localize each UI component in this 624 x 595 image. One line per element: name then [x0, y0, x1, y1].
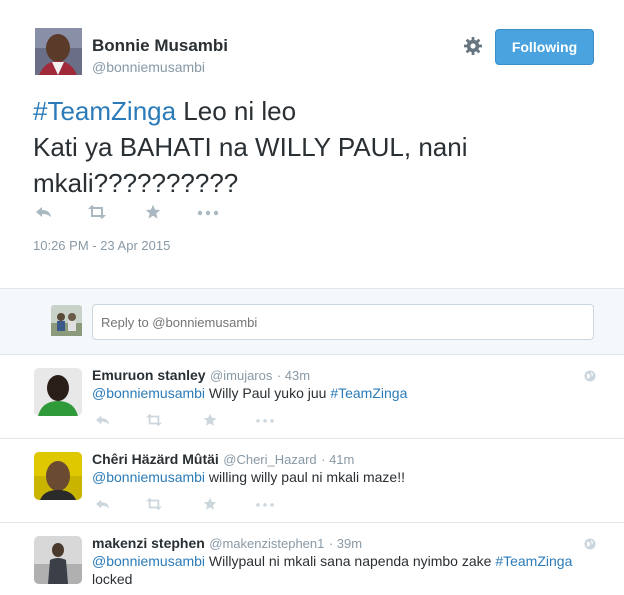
reply-author-name[interactable]: makenzi stephen [92, 535, 205, 551]
tweet-line1: Leo ni leo [176, 96, 297, 126]
reply-icon[interactable] [35, 204, 53, 225]
reply-text: @bonniemusambi willing willy paul ni mka… [92, 469, 405, 485]
retweet-icon[interactable] [145, 413, 163, 432]
reply-author-handle[interactable]: @imujaros [210, 368, 272, 383]
reply-author-handle[interactable]: @makenzistephen1 [209, 536, 324, 551]
reply-author-name[interactable]: Chêri Häzärd Mûtäi [92, 451, 219, 467]
reply-author-handle[interactable]: @Cheri_Hazard [223, 452, 316, 467]
reply-actions [95, 413, 295, 431]
current-user-avatar [51, 305, 82, 336]
following-button[interactable]: Following [495, 29, 594, 65]
reply-avatar[interactable] [34, 368, 82, 416]
author-handle[interactable]: @bonniemusambi [92, 59, 205, 75]
reply-mention[interactable]: @bonniemusambi [92, 385, 205, 401]
tweet-text: #TeamZinga Leo ni leo Kati ya BAHATI na … [33, 93, 603, 201]
reply-text: @bonniemusambi Willypaul ni mkali sana n… [92, 553, 573, 587]
reply-text: @bonniemusambi Willy Paul yuko juu #Team… [92, 385, 408, 401]
author-avatar[interactable] [35, 28, 82, 75]
reply-avatar[interactable] [34, 452, 82, 500]
reply-time[interactable]: · 43m [277, 368, 310, 383]
reply-input[interactable] [92, 304, 594, 340]
reply-icon[interactable] [95, 413, 111, 432]
reply-item[interactable]: Emuruon stanley @imujaros · 43m @bonniem… [0, 355, 624, 439]
reply-actions [95, 497, 295, 515]
reply-hashtag[interactable]: #TeamZinga [495, 553, 572, 569]
reply-avatar[interactable] [34, 536, 82, 584]
retweet-icon[interactable] [145, 497, 163, 516]
reply-item[interactable]: Chêri Häzärd Mûtäi @Cheri_Hazard · 41m @… [0, 439, 624, 523]
reply-icon[interactable] [95, 497, 111, 516]
reply-author-name[interactable]: Emuruon stanley [92, 367, 206, 383]
author-name[interactable]: Bonnie Musambi [92, 36, 228, 56]
reply-mention[interactable]: @bonniemusambi [92, 553, 205, 569]
globe-icon[interactable] [584, 537, 596, 550]
reply-time[interactable]: · 41m [321, 452, 354, 467]
favorite-icon[interactable] [203, 497, 217, 516]
favorite-icon[interactable] [145, 204, 161, 225]
reply-time[interactable]: · 39m [329, 536, 362, 551]
favorite-icon[interactable] [203, 413, 217, 432]
reply-mention[interactable]: @bonniemusambi [92, 469, 205, 485]
more-icon[interactable] [197, 204, 219, 225]
globe-icon[interactable] [584, 369, 596, 382]
retweet-icon[interactable] [87, 204, 107, 225]
reply-item[interactable]: makenzi stephen @makenzistephen1 · 39m @… [0, 523, 624, 595]
tweet-hashtag[interactable]: #TeamZinga [33, 96, 176, 126]
more-icon[interactable] [255, 497, 275, 516]
tweet-timestamp[interactable]: 10:26 PM - 23 Apr 2015 [33, 238, 170, 253]
reply-hashtag[interactable]: #TeamZinga [330, 385, 407, 401]
more-icon[interactable] [255, 413, 275, 432]
gear-icon[interactable] [463, 36, 483, 56]
tweet-line2: Kati ya BAHATI na WILLY PAUL, nani mkali… [33, 132, 468, 198]
